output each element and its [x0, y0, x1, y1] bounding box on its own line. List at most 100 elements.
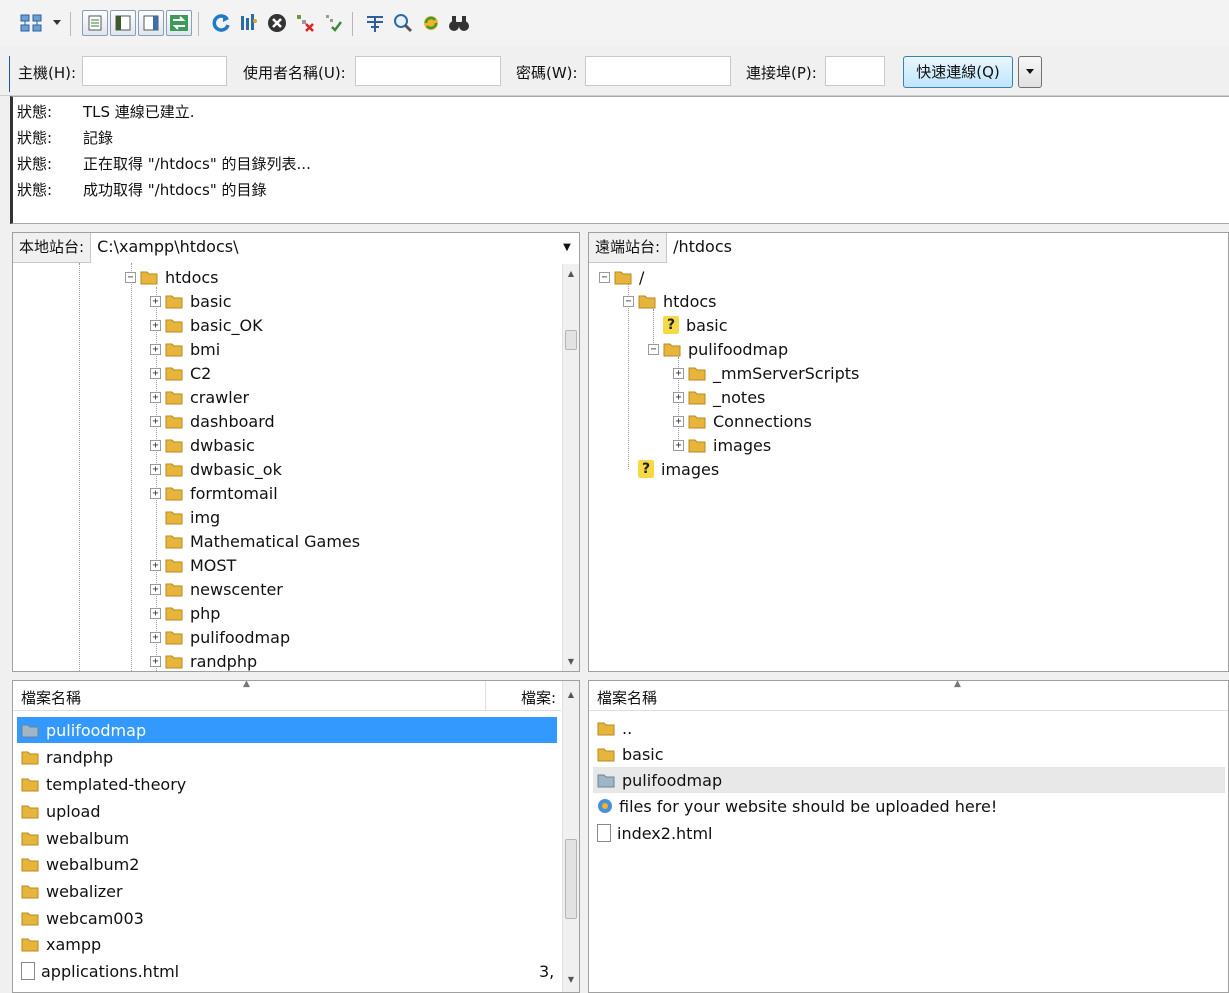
expand-icon[interactable]: +	[150, 631, 161, 643]
collapse-icon[interactable]: −	[599, 271, 610, 283]
tree-item[interactable]: + crawler	[150, 385, 249, 409]
directory-filter-icon[interactable]	[362, 10, 388, 36]
scroll-down-icon[interactable]: ▼	[563, 654, 579, 670]
port-input[interactable]	[825, 56, 885, 86]
process-queue-icon[interactable]	[236, 10, 262, 36]
collapse-icon[interactable]: −	[125, 271, 136, 283]
tree-item[interactable]: Mathematical Games	[150, 529, 360, 553]
scroll-thumb[interactable]	[565, 330, 577, 350]
tree-item[interactable]: − pulifoodmap	[648, 337, 788, 361]
refresh-icon[interactable]	[208, 10, 234, 36]
cancel-operation-icon[interactable]	[264, 10, 290, 36]
list-item[interactable]: webalbum	[17, 825, 557, 851]
tree-item[interactable]: + basic_OK	[150, 313, 263, 337]
tree-item[interactable]: + MOST	[150, 553, 236, 577]
expand-icon[interactable]: +	[150, 655, 161, 667]
local-path-input[interactable]: C:\xampp\htdocs\	[91, 233, 555, 263]
tree-item[interactable]: + dwbasic_ok	[150, 457, 282, 481]
collapse-icon[interactable]: −	[623, 295, 634, 307]
scroll-down-icon[interactable]: ▼	[563, 972, 579, 988]
list-item-parent[interactable]: ..	[593, 715, 1225, 741]
tree-item-root[interactable]: − /	[599, 265, 644, 289]
disconnect-icon[interactable]	[292, 10, 318, 36]
tree-item[interactable]: + C2	[150, 361, 211, 385]
tree-item[interactable]: + images	[673, 433, 771, 457]
list-item[interactable]: webalizer	[17, 878, 557, 904]
scroll-up-icon[interactable]: ▲	[563, 266, 579, 282]
tree-item[interactable]: + _notes	[673, 385, 765, 409]
toggle-local-tree-icon[interactable]	[110, 10, 136, 36]
expand-icon[interactable]: +	[673, 367, 684, 379]
tree-item[interactable]: ? basic	[648, 313, 728, 337]
list-item[interactable]: pulifoodmap	[593, 767, 1225, 793]
file-name: webcam003	[46, 908, 144, 928]
list-item-selected[interactable]: pulifoodmap	[17, 717, 557, 743]
list-item[interactable]: xampp	[17, 931, 557, 957]
scroll-thumb[interactable]	[565, 839, 577, 919]
tree-item[interactable]: + dwbasic	[150, 433, 255, 457]
expand-icon[interactable]: +	[150, 487, 161, 499]
list-item[interactable]: files for your website should be uploade…	[593, 793, 1225, 819]
expand-icon[interactable]: +	[150, 463, 161, 475]
list-item[interactable]: webcam003	[17, 905, 557, 931]
column-header-filesize[interactable]: 檔案:	[521, 687, 556, 708]
list-item[interactable]: applications.html 3,	[17, 958, 557, 984]
list-item[interactable]: index2.html	[593, 820, 1225, 846]
sync-browsing-icon[interactable]	[418, 10, 444, 36]
chevron-down-icon[interactable]: ▼	[555, 233, 579, 263]
list-item[interactable]: webalbum2	[17, 851, 557, 877]
tree-item[interactable]: + pulifoodmap	[150, 625, 290, 649]
tree-item[interactable]: + formtomail	[150, 481, 278, 505]
host-input[interactable]	[82, 56, 227, 86]
tree-item[interactable]: + dashboard	[150, 409, 275, 433]
tree-item[interactable]: + _mmServerScripts	[673, 361, 859, 385]
list-item[interactable]: basic	[593, 741, 1225, 767]
site-manager-icon[interactable]	[18, 10, 44, 36]
expand-icon[interactable]: +	[150, 295, 161, 307]
local-list-scrollbar[interactable]: ▲ ▼	[562, 681, 579, 992]
list-item[interactable]: upload	[17, 798, 557, 824]
quickconnect-history-dropdown[interactable]	[1018, 56, 1042, 88]
expand-icon[interactable]: +	[150, 319, 161, 331]
toggle-message-log-icon[interactable]	[82, 10, 108, 36]
expand-icon[interactable]: +	[150, 343, 161, 355]
tree-item[interactable]: img	[150, 505, 220, 529]
toggle-transfer-queue-icon[interactable]	[166, 10, 192, 36]
local-tree-scrollbar[interactable]: ▲ ▼	[562, 264, 579, 671]
tree-item[interactable]: ? images	[623, 457, 719, 481]
tree-item[interactable]: + basic	[150, 289, 232, 313]
quickconnect-button[interactable]: 快速連線(Q)	[903, 56, 1013, 88]
expand-icon[interactable]: +	[150, 367, 161, 379]
expand-icon[interactable]: +	[150, 607, 161, 619]
expand-icon[interactable]: +	[150, 439, 161, 451]
tree-item[interactable]: + Connections	[673, 409, 812, 433]
tree-item-htdocs[interactable]: − htdocs	[623, 289, 717, 313]
expand-icon[interactable]: +	[150, 391, 161, 403]
expand-icon[interactable]: +	[150, 415, 161, 427]
tree-item[interactable]: + newscenter	[150, 577, 283, 601]
search-files-icon[interactable]	[390, 10, 416, 36]
expand-icon[interactable]: +	[150, 583, 161, 595]
list-item[interactable]: templated-theory	[17, 771, 557, 797]
tree-item[interactable]: + bmi	[150, 337, 220, 361]
tree-item[interactable]: + php	[150, 601, 220, 625]
chevron-down-icon[interactable]	[50, 10, 64, 36]
expand-icon[interactable]: +	[673, 415, 684, 427]
remote-path-input[interactable]: /htdocs	[667, 233, 1228, 263]
reconnect-icon[interactable]	[320, 10, 346, 36]
scroll-up-icon[interactable]: ▲	[563, 687, 579, 703]
toggle-remote-tree-icon[interactable]	[138, 10, 164, 36]
password-input[interactable]	[585, 56, 731, 86]
list-item[interactable]: randphp	[17, 744, 557, 770]
unknown-folder-icon: ?	[663, 316, 679, 334]
collapse-icon[interactable]: −	[648, 343, 659, 355]
expand-icon[interactable]: +	[150, 559, 161, 571]
expand-icon[interactable]: +	[673, 439, 684, 451]
column-header-filename[interactable]: 檔案名稱	[597, 687, 657, 708]
expand-icon[interactable]: +	[673, 391, 684, 403]
column-header-filename[interactable]: 檔案名稱	[21, 687, 81, 708]
tree-item-htdocs[interactable]: − htdocs	[125, 265, 219, 289]
tree-item[interactable]: + randphp	[150, 649, 257, 671]
username-input[interactable]	[355, 56, 501, 86]
binoculars-icon[interactable]	[446, 10, 472, 36]
